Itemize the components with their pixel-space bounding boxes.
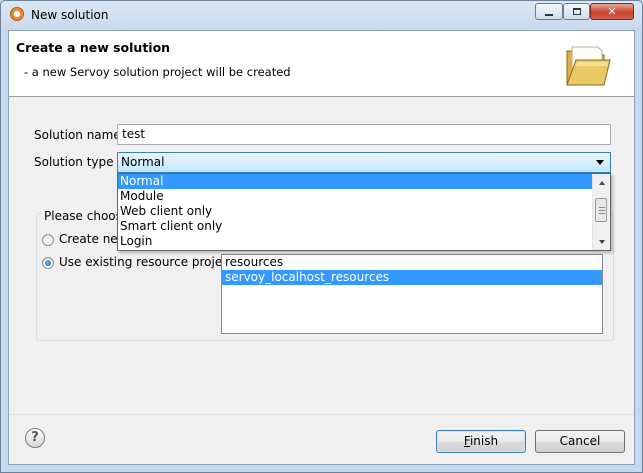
footer-divider [9, 414, 634, 415]
solution-type-value: Normal [121, 155, 165, 169]
page-title: Create a new solution [16, 40, 171, 55]
dropdown-option[interactable]: Web client only [118, 204, 593, 219]
window-title: New solution [31, 8, 109, 22]
solution-type-select[interactable]: Normal [117, 152, 611, 173]
close-icon: ✕ [607, 5, 617, 18]
finish-label: inish [469, 434, 499, 448]
title-bar[interactable]: New solution ✕ [1, 1, 642, 29]
dropdown-scrollbar[interactable] [592, 174, 610, 250]
dialog-window: New solution ✕ Create a new solution - a… [0, 0, 643, 473]
page-description: - a new Servoy solution project will be … [24, 65, 291, 79]
scroll-down-button[interactable] [593, 233, 610, 250]
solution-type-label: Solution type [34, 155, 114, 169]
dropdown-option[interactable]: Login [118, 234, 593, 249]
list-item[interactable]: resources [222, 255, 602, 270]
open-folder-icon [566, 46, 611, 86]
scroll-up-button[interactable] [593, 174, 610, 191]
maximize-button[interactable] [563, 3, 590, 20]
solution-name-field[interactable]: test [117, 124, 611, 145]
minimize-icon [545, 13, 553, 16]
resource-project-list[interactable]: resources servoy_localhost_resources [221, 254, 603, 334]
minimize-button[interactable] [535, 3, 563, 20]
servoy-app-icon [10, 7, 24, 21]
dropdown-option[interactable]: Module [118, 189, 593, 204]
close-button[interactable]: ✕ [590, 3, 634, 20]
solution-name-label: Solution name [34, 128, 121, 142]
arrow-down-icon [598, 239, 605, 244]
dropdown-option[interactable]: Smart client only [118, 219, 593, 234]
arrow-up-icon [598, 180, 605, 185]
use-existing-radio[interactable] [42, 257, 54, 269]
dialog-body: Create a new solution - a new Servoy sol… [8, 30, 635, 465]
maximize-icon [572, 8, 581, 15]
chevron-down-icon [596, 160, 604, 165]
list-item[interactable]: servoy_localhost_resources [222, 270, 602, 285]
wizard-header: Create a new solution - a new Servoy sol… [9, 31, 634, 97]
scrollbar-thumb[interactable] [595, 198, 607, 222]
help-icon[interactable]: ? [25, 428, 45, 448]
solution-type-dropdown-list[interactable]: Normal Module Web client only Smart clie… [117, 173, 611, 251]
finish-button[interactable]: Finish [436, 430, 526, 453]
dropdown-option[interactable]: Normal [118, 174, 593, 189]
use-existing-label[interactable]: Use existing resource project [59, 255, 234, 269]
cancel-button[interactable]: Cancel [535, 430, 625, 453]
create-new-radio[interactable] [42, 234, 54, 246]
